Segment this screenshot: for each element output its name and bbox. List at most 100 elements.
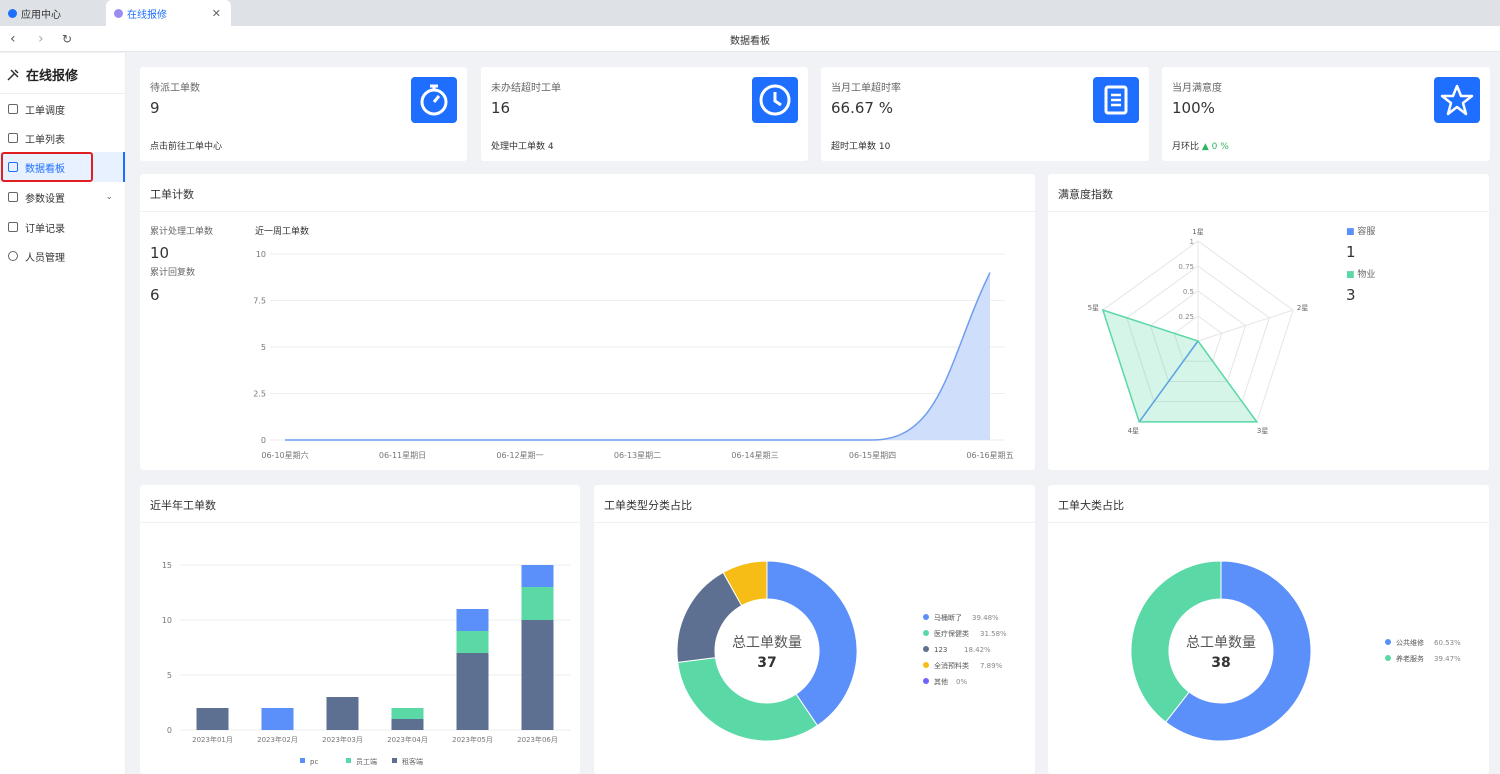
radar-tick-label: 0.5 (1183, 288, 1194, 296)
legend-item: ■ 容服 (1346, 227, 1376, 237)
x-tick-label: 2023年03月 (322, 735, 363, 744)
divider (140, 211, 1035, 212)
stat-foot: 超时工单数 10 (831, 142, 891, 152)
axis-label: 4星 (1128, 427, 1139, 435)
stat-foot: 处理中工单数 4 (491, 142, 554, 152)
axis-label: 1星 (1192, 228, 1203, 236)
y-tick-label: 10 (256, 250, 266, 259)
close-icon[interactable]: ✕ (212, 7, 221, 20)
legend-dot (923, 630, 929, 636)
axis-label: 3星 (1257, 427, 1268, 435)
legend-label: 其他 (934, 677, 948, 686)
bar-segment (391, 708, 424, 719)
x-tick-label: 2023年06月 (517, 735, 558, 744)
x-tick-label: 06-12星期一 (496, 451, 543, 460)
legend-value: 1 (1346, 243, 1356, 261)
star-icon (1434, 77, 1480, 123)
brand-label: 在线报修 (26, 69, 79, 84)
bar-segment (391, 719, 424, 730)
type-ratio-card: 工单类型分类占比 总工单数量 37 马桶断了 39.48% 医疗保健类 31.58% 123… (594, 485, 1035, 774)
card-title: 工单类型分类占比 (604, 499, 692, 512)
legend-value: 0% (956, 678, 967, 686)
legend-value: 18.42% (964, 646, 991, 654)
legend-label: 马桶断了 (934, 613, 962, 622)
card-title: 工单计数 (150, 188, 194, 201)
donut-center-label: 总工单数量 (1186, 635, 1256, 651)
sidebar-item-staff[interactable]: 人员管理 (0, 241, 125, 271)
legend-dot (1385, 639, 1391, 645)
settings-icon (8, 192, 18, 202)
x-tick-label: 2023年01月 (192, 735, 233, 744)
legend-label: 全消预料类 (934, 661, 969, 670)
sidebar-item-orders[interactable]: 订单记录 (0, 212, 125, 242)
y-tick-label: 5 (167, 671, 172, 680)
y-tick-label: 15 (162, 561, 172, 570)
legend-value: 7.89% (980, 662, 1003, 670)
card-title: 近半年工单数 (150, 499, 216, 512)
stat-link[interactable]: 点击前往工单中心 (150, 139, 222, 152)
tab-online-repair[interactable]: 在线报修 ✕ (106, 0, 231, 26)
clipboard-icon (1093, 77, 1139, 123)
clock-icon (752, 77, 798, 123)
satisfaction-card: 满意度指数 1星 2星 3星 4星 5星 0.25 0.5 0.75 1 ■ 容服 1 ■ 物业… (1048, 174, 1489, 470)
divider (1048, 211, 1489, 212)
card-title: 满意度指数 (1058, 188, 1113, 201)
legend-label: 养老服务 (1396, 654, 1424, 663)
reply-label: 累计回复数 (150, 268, 196, 278)
stat-value: 66.67 % (831, 99, 893, 117)
bar-segment (521, 565, 554, 587)
chart-subtitle: 近一周工单数 (255, 227, 310, 237)
total-value: 10 (150, 244, 170, 262)
legend-value: 60.53% (1434, 639, 1461, 647)
tab-label: 应用中心 (21, 9, 61, 21)
sidebar-item-settings[interactable]: 参数设置 ⌄ (0, 182, 125, 212)
sidebar-item-label: 工单调度 (25, 105, 65, 117)
browser-tabbar: 应用中心 在线报修 ✕ (0, 0, 1500, 26)
radar-tick-label: 0.75 (1178, 263, 1194, 271)
sidebar-item-label: 订单记录 (25, 223, 65, 235)
legend-label: 公共维修 (1396, 638, 1424, 647)
donut-center-label: 总工单数量 (732, 635, 802, 651)
legend-dot (923, 678, 929, 684)
sidebar-item-list[interactable]: 工单列表 (0, 123, 125, 153)
axis-label: 5星 (1088, 304, 1099, 312)
legend-value: 39.48% (972, 614, 999, 622)
stat-label: 未办结超时工单 (491, 83, 561, 94)
stat-card-pending[interactable]: 待派工单数 9 点击前往工单中心 (140, 67, 467, 161)
sidebar-item-dispatch[interactable]: 工单调度 (0, 94, 125, 124)
y-tick-label: 0 (261, 436, 266, 445)
bar-segment (456, 653, 489, 730)
stat-value: 9 (150, 99, 160, 117)
page-title: 数据看板 (730, 36, 770, 47)
y-tick-label: 7.5 (253, 297, 266, 306)
x-tick-label: 06-16星期五 (966, 451, 1013, 460)
halfyear-bar-chart: 0 5 10 15 2023年01月 2023年02月 2023年03月 2023年04月 20… (162, 561, 570, 766)
donut-center-value: 37 (757, 655, 776, 671)
legend-dot (923, 646, 929, 652)
donut-center-value: 38 (1211, 655, 1230, 671)
total-label: 累计处理工单数 (150, 227, 214, 237)
legend-swatch (392, 758, 397, 763)
sidebar-brand: 在线报修 (6, 65, 78, 84)
tab-app-center[interactable]: 应用中心 (0, 0, 106, 26)
category-ratio-card: 工单大类占比 总工单数量 38 公共维修 60.53% 养老服务 39.47% (1048, 485, 1489, 774)
bar-segment (196, 708, 229, 730)
series-line (285, 272, 991, 441)
stat-card-satisfaction: 当月满意度 100% 月环比 ▲ 0 % (1162, 67, 1490, 161)
tools-icon (7, 68, 19, 81)
workorder-card: 工单计数 累计处理工单数 10 累计回复数 6 近一周工单数 0 2.5 5 7.5 1… (140, 174, 1035, 470)
radar-tick-label: 0.25 (1178, 313, 1194, 321)
stat-foot: 月环比 ▲ 0 % (1172, 139, 1229, 152)
bar-segment (456, 631, 489, 653)
legend-swatch (346, 758, 351, 763)
stat-value: 100% (1172, 99, 1215, 117)
radar-tick-label: 1 (1190, 238, 1194, 246)
chevron-down-icon: ⌄ (105, 192, 113, 202)
stat-value: 16 (491, 99, 511, 117)
legend-value: 39.47% (1434, 655, 1461, 663)
legend-dot (1385, 655, 1391, 661)
dispatch-icon (8, 104, 18, 114)
legend-value: 3 (1346, 286, 1356, 304)
stat-label: 当月满意度 (1172, 83, 1222, 94)
x-tick-label: 06-10星期六 (261, 450, 308, 460)
